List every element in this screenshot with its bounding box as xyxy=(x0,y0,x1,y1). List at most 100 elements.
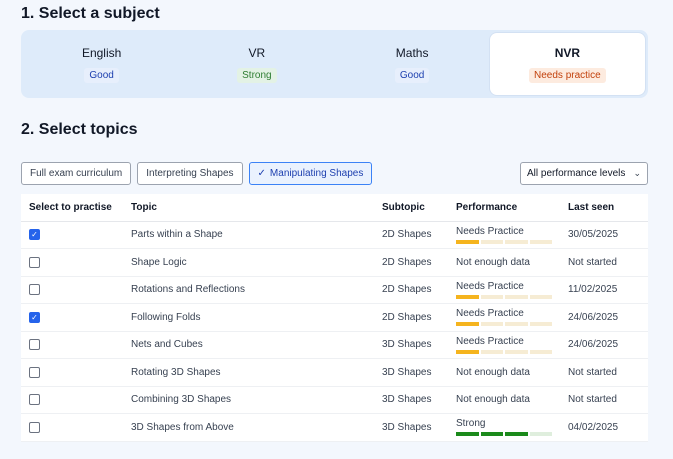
performance-label: Needs Practice xyxy=(456,280,524,292)
last-seen-cell: Not started xyxy=(568,358,648,387)
topics-table: Select to practise Topic Subtopic Perfor… xyxy=(21,194,648,442)
header-last-seen: Last seen xyxy=(568,194,648,222)
performance-bar-segment xyxy=(505,239,528,244)
filter-button[interactable]: Interpreting Shapes xyxy=(137,162,243,185)
practise-checkbox[interactable] xyxy=(29,366,40,378)
subject-name: VR xyxy=(248,45,266,60)
performance-bar-segment xyxy=(456,322,479,327)
performance-bar-segment xyxy=(505,432,528,437)
last-seen-cell: 04/02/2025 xyxy=(568,413,648,442)
status-badge: Good xyxy=(394,67,430,83)
table-row: 3D Shapes from Above 3D Shapes Strong 04/02… xyxy=(21,413,648,442)
filter-button[interactable]: Full exam curriculum xyxy=(21,162,132,185)
last-seen-cell: Not started xyxy=(568,248,648,277)
performance-cell: Strong xyxy=(456,413,568,442)
select-cell xyxy=(21,248,131,277)
topic-cell: Combining 3D Shapes xyxy=(131,386,382,414)
last-seen-cell: 24/06/2025 xyxy=(568,303,648,332)
filter-label: Manipulating Shapes xyxy=(269,168,364,179)
filter-label: Full exam curriculum xyxy=(30,168,123,179)
status-badge: Strong xyxy=(237,67,277,83)
performance-bar-segment xyxy=(480,239,503,244)
subject-tab-english[interactable]: English Good xyxy=(24,33,179,95)
performance-bar-segment xyxy=(505,349,528,354)
topic-filter-group: Full exam curriculum Interpreting Shapes ✓… xyxy=(21,162,373,185)
practise-checkbox[interactable] xyxy=(29,394,40,406)
performance-cell: Needs Practice xyxy=(456,303,568,332)
performance-bar-segment xyxy=(529,294,552,299)
practise-checkbox[interactable] xyxy=(29,421,40,433)
last-seen-cell: 30/05/2025 xyxy=(568,221,648,249)
status-badge: Good xyxy=(84,67,119,83)
performance-level-value: All performance levels xyxy=(527,168,626,179)
performance-bar-segment xyxy=(480,432,503,437)
section-title-subject: 1. Select a subject xyxy=(21,5,160,22)
table-row: ✓ Parts within a Shape 2D Shapes Needs Prac… xyxy=(21,221,648,249)
subtopic-cell: 3D Shapes xyxy=(382,331,456,359)
last-seen-cell: 11/02/2025 xyxy=(568,276,648,304)
practise-checkbox[interactable]: ✓ xyxy=(29,229,40,241)
performance-cell: Needs Practice xyxy=(456,331,568,359)
practise-checkbox[interactable] xyxy=(29,284,40,296)
header-topic: Topic xyxy=(131,194,382,222)
subtopic-cell: 2D Shapes xyxy=(382,276,456,304)
header-performance: Performance xyxy=(456,194,568,222)
subtopic-cell: 3D Shapes xyxy=(382,413,456,442)
table-row: Combining 3D Shapes 3D Shapes Not enough d… xyxy=(21,386,648,414)
performance-cell: Not enough data xyxy=(456,248,568,277)
select-cell: ✓ xyxy=(21,221,131,249)
practise-checkbox[interactable]: ✓ xyxy=(29,311,40,323)
select-cell xyxy=(21,358,131,387)
select-cell xyxy=(21,413,131,442)
performance-bar-segment xyxy=(456,294,479,299)
subject-tab-vr[interactable]: VR Strong xyxy=(179,33,334,95)
select-cell xyxy=(21,331,131,359)
performance-cell: Not enough data xyxy=(456,386,568,414)
performance-bar-segment xyxy=(529,432,552,437)
subject-tab-maths[interactable]: Maths Good xyxy=(335,33,490,95)
performance-cell: Needs Practice xyxy=(456,221,568,249)
performance-label: Needs Practice xyxy=(456,225,524,237)
performance-bar-segment xyxy=(529,322,552,327)
performance-bar-segment xyxy=(456,432,479,437)
header-subtopic: Subtopic xyxy=(382,194,456,222)
performance-bar xyxy=(456,349,552,354)
select-cell xyxy=(21,386,131,414)
topic-cell: Rotating 3D Shapes xyxy=(131,358,382,387)
performance-label: Not enough data xyxy=(456,366,530,378)
practise-checkbox[interactable] xyxy=(29,339,40,351)
performance-bar xyxy=(456,239,552,244)
subtopic-cell: 2D Shapes xyxy=(382,221,456,249)
select-cell xyxy=(21,276,131,304)
topic-cell: Nets and Cubes xyxy=(131,331,382,359)
subject-name: NVR xyxy=(554,45,581,60)
performance-bar-segment xyxy=(456,349,479,354)
table-row: ✓ Following Folds 2D Shapes Needs Practice 2… xyxy=(21,303,648,332)
performance-bar-segment xyxy=(505,294,528,299)
performance-bar-segment xyxy=(505,322,528,327)
header-select: Select to practise xyxy=(21,194,131,222)
section-title-topics: 2. Select topics xyxy=(21,121,138,138)
table-header-row: Select to practise Topic Subtopic Perfor… xyxy=(21,194,648,222)
performance-level-select[interactable]: All performance levels ⌄ xyxy=(520,162,648,185)
subtopic-cell: 2D Shapes xyxy=(382,303,456,332)
filter-button[interactable]: ✓ Manipulating Shapes xyxy=(248,162,373,185)
subject-name: Maths xyxy=(395,45,429,60)
subject-selector: English Good VR Strong Maths Good NVR Needs pra… xyxy=(21,30,648,98)
subtopic-cell: 2D Shapes xyxy=(382,248,456,277)
performance-cell: Not enough data xyxy=(456,358,568,387)
performance-bar-segment xyxy=(480,322,503,327)
performance-bar xyxy=(456,432,552,437)
performance-label: Needs Practice xyxy=(456,308,524,320)
performance-bar xyxy=(456,294,552,299)
performance-label: Needs Practice xyxy=(456,335,524,347)
table-row: Rotating 3D Shapes 3D Shapes Not enough da… xyxy=(21,358,648,387)
table-row: Nets and Cubes 3D Shapes Needs Practice 24/… xyxy=(21,331,648,359)
filter-label: Interpreting Shapes xyxy=(146,168,234,179)
subject-tab-nvr[interactable]: NVR Needs practice xyxy=(489,33,645,95)
status-badge: Needs practice xyxy=(529,67,606,83)
performance-bar-segment xyxy=(529,349,552,354)
topic-cell: 3D Shapes from Above xyxy=(131,413,382,442)
practise-checkbox[interactable] xyxy=(29,256,40,268)
subject-name: English xyxy=(81,45,122,60)
